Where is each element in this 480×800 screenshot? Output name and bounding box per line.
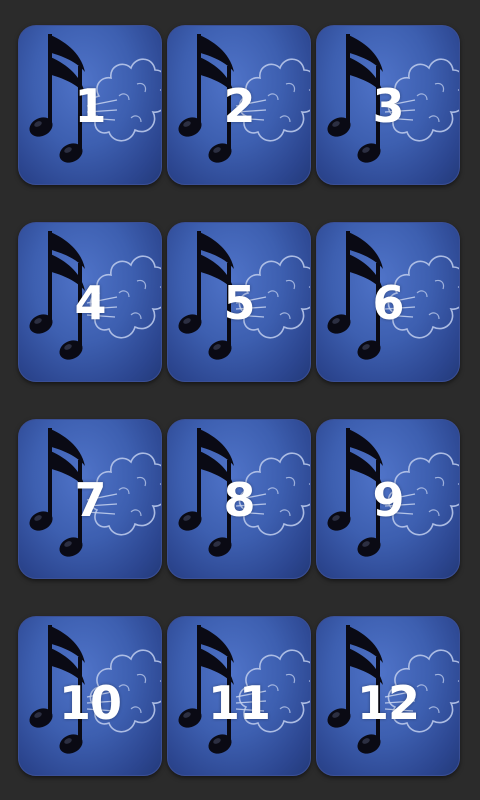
sound-button-label: 7: [74, 473, 106, 527]
sound-button-2[interactable]: 2: [167, 25, 311, 185]
sound-button-label: 8: [223, 473, 255, 527]
sound-button-10[interactable]: 10: [18, 616, 162, 776]
sound-button-label: 2: [223, 79, 255, 133]
sound-button-label: 10: [58, 676, 122, 730]
sound-button-3[interactable]: 3: [316, 25, 460, 185]
sound-button-grid: 1 2 3 4 5 6 7 8 9 10 11 12: [0, 0, 480, 800]
sound-button-label: 1: [74, 79, 106, 133]
sound-button-4[interactable]: 4: [18, 222, 162, 382]
sound-button-label: 3: [372, 79, 404, 133]
sound-button-label: 11: [207, 676, 271, 730]
sound-button-9[interactable]: 9: [316, 419, 460, 579]
sound-button-12[interactable]: 12: [316, 616, 460, 776]
sound-button-label: 9: [372, 473, 404, 527]
sound-button-label: 6: [372, 276, 404, 330]
sound-button-label: 4: [74, 276, 106, 330]
sound-button-label: 5: [223, 276, 255, 330]
sound-button-8[interactable]: 8: [167, 419, 311, 579]
sound-button-label: 12: [356, 676, 420, 730]
sound-button-7[interactable]: 7: [18, 419, 162, 579]
sound-button-5[interactable]: 5: [167, 222, 311, 382]
sound-button-1[interactable]: 1: [18, 25, 162, 185]
sound-button-11[interactable]: 11: [167, 616, 311, 776]
sound-button-6[interactable]: 6: [316, 222, 460, 382]
